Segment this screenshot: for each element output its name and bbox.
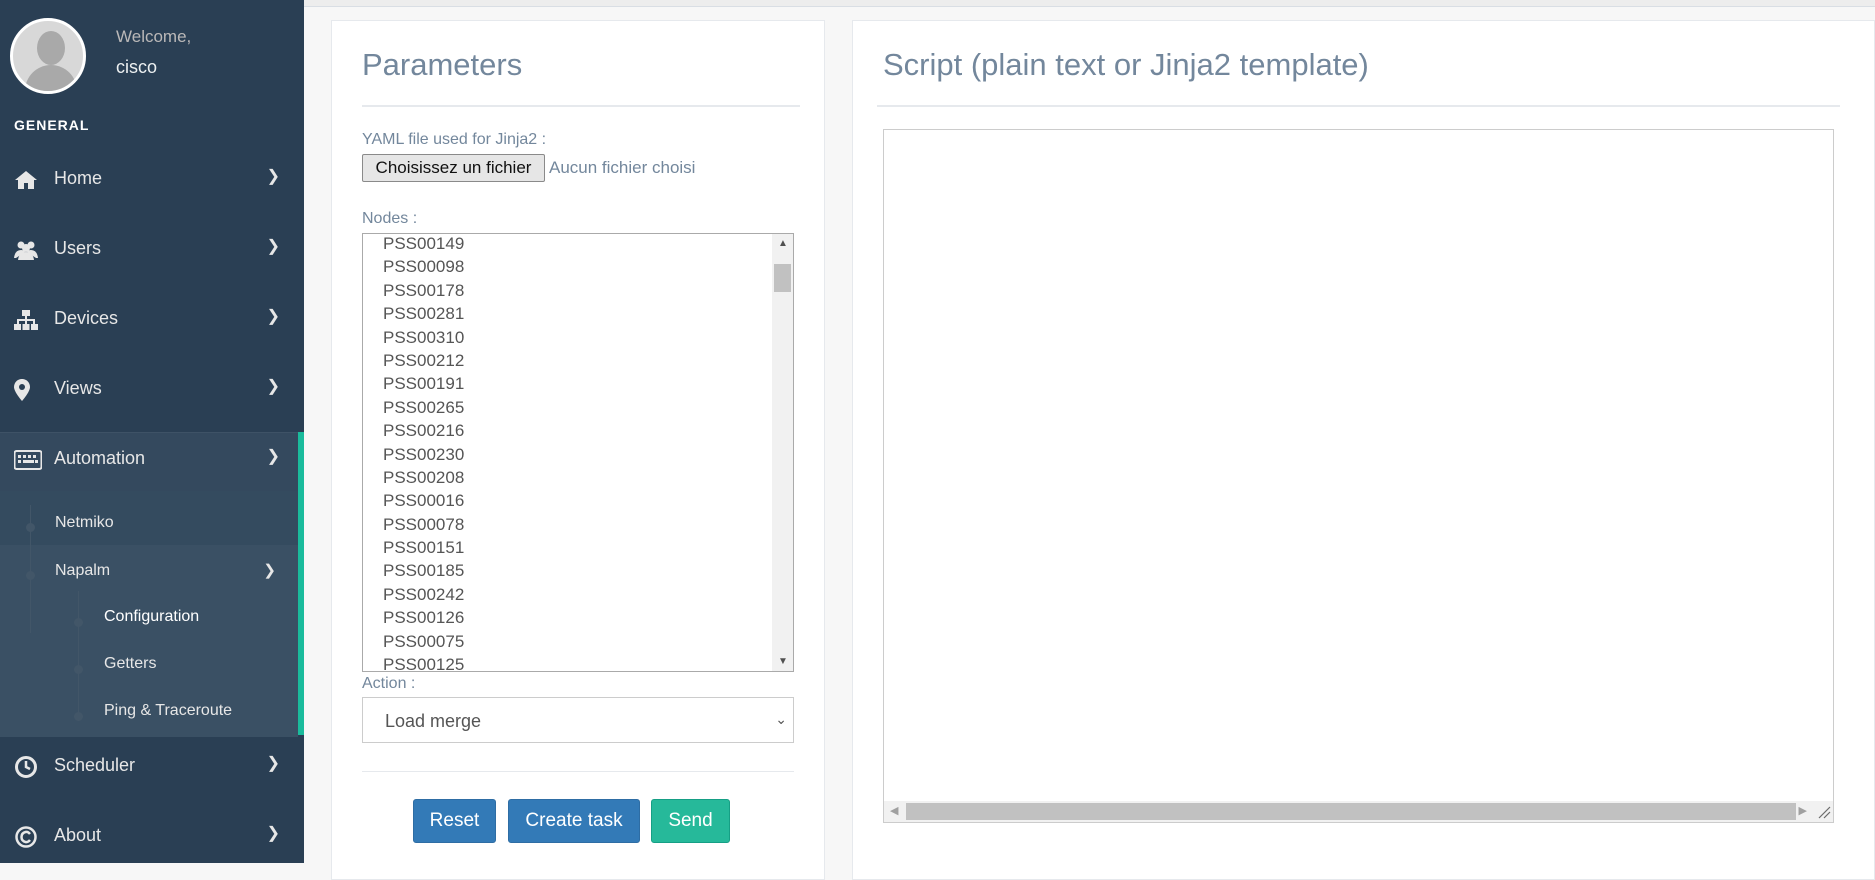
bullet-dot [74,665,83,674]
node-option[interactable]: PSS00126 [383,608,464,631]
node-option[interactable]: PSS00178 [383,281,464,304]
nav-label-about: About [54,825,102,845]
bullet-dot [74,618,83,627]
node-option[interactable]: PSS00075 [383,632,464,655]
script-title: Script (plain text or Jinja2 template) [883,47,1369,82]
script-scrollbar[interactable]: ◀ ▶ [884,801,1833,822]
nav-item-automation[interactable]: Automation ❯ [0,432,304,491]
users-icon [14,241,38,260]
action-select[interactable]: Load merge ⌄ [362,697,794,743]
username: cisco [116,57,158,77]
choose-file-button[interactable]: Choisissez un fichier [362,154,545,182]
node-option[interactable]: PSS00216 [383,421,464,444]
top-nav-bar [304,0,1875,7]
chevron-down-icon: ⌄ [775,711,787,727]
sitemap-icon [14,310,38,330]
node-option[interactable]: PSS00242 [383,585,464,608]
sub-item-netmiko[interactable]: Netmiko [55,514,114,532]
nav-item-about[interactable]: About ❯ [0,809,304,865]
section-title: GENERAL [14,117,90,133]
chevron-down-icon: ❯ [266,308,280,325]
bullet-dot [74,712,83,721]
node-option[interactable]: PSS00078 [383,515,464,538]
bullet-dot [26,571,35,580]
clock-icon [15,756,37,778]
sub-item-configuration[interactable]: Configuration [104,608,199,626]
scrollbar-thumb[interactable] [906,803,1796,820]
scrollbar-thumb[interactable] [774,264,791,292]
node-option[interactable]: PSS00310 [383,328,464,351]
node-option[interactable]: PSS00185 [383,561,464,584]
welcome-text: Welcome, [116,27,192,46]
node-option[interactable]: PSS00281 [383,304,464,327]
action-select-value: Load merge [385,711,482,731]
node-option[interactable]: PSS00098 [383,257,464,280]
file-status-text: Aucun fichier choisi [549,158,696,177]
chevron-down-icon: ❯ [266,238,280,255]
nodes-scrollbar[interactable]: ▲ ▼ [772,234,793,671]
divider [362,771,794,772]
nav-label-scheduler: Scheduler [54,755,136,775]
divider [362,105,800,107]
chevron-down-icon: ❯ [263,562,276,579]
chevron-down-icon: ❯ [266,755,280,772]
nav-item-users[interactable]: Users ❯ [0,222,304,278]
node-option[interactable]: PSS00125 [383,655,464,671]
action-label: Action : [362,675,416,692]
nav-label-automation: Automation [54,448,146,468]
avatar [10,18,86,94]
scroll-right-icon[interactable]: ▶ [1799,804,1807,817]
node-option[interactable]: PSS00016 [383,491,464,514]
node-option[interactable]: PSS00230 [383,445,464,468]
reset-button[interactable]: Reset [413,799,496,843]
sub-item-napalm[interactable]: Napalm [55,562,110,580]
nav-label-users: Users [54,238,102,258]
sub-item-ping-traceroute[interactable]: Ping & Traceroute [104,702,232,720]
node-option[interactable]: PSS00191 [383,374,464,397]
create-task-button[interactable]: Create task [508,799,640,843]
script-textarea[interactable]: ◀ ▶ [883,129,1834,823]
map-marker-icon [14,379,30,401]
sidebar: Welcome, cisco GENERAL Home ❯ Users ❯ De… [0,0,304,863]
nav-label-devices: Devices [54,308,119,328]
node-option[interactable]: PSS00149 [383,234,464,257]
automation-submenu: Netmiko Napalm ❯ Configuration Getters P… [0,491,304,737]
divider [877,105,1840,107]
nodes-list: PSS00149 PSS00098 PSS00178 PSS00281 PSS00310… [383,234,464,671]
home-icon [15,171,37,189]
send-button[interactable]: Send [651,799,730,843]
bullet-dot [26,523,35,532]
nav-item-scheduler[interactable]: Scheduler ❯ [0,739,304,795]
node-option[interactable]: PSS00212 [383,351,464,374]
nav-item-home[interactable]: Home ❯ [0,152,304,208]
chevron-down-icon: ❯ [266,168,280,185]
nav-label-home: Home [54,168,103,188]
nav-item-views[interactable]: Views ❯ [0,362,304,418]
chevron-down-icon: ❯ [266,825,280,842]
chevron-down-icon: ❯ [266,448,280,465]
nav-label-views: Views [54,378,102,398]
scroll-left-icon[interactable]: ◀ [890,804,898,817]
node-option[interactable]: PSS00265 [383,398,464,421]
parameters-title: Parameters [362,47,523,82]
nav-item-devices[interactable]: Devices ❯ [0,292,304,348]
node-option[interactable]: PSS00208 [383,468,464,491]
nodes-label: Nodes : [362,210,418,227]
scroll-up-icon[interactable]: ▲ [778,238,788,249]
keyboard-icon [14,450,42,470]
nodes-listbox[interactable]: PSS00149 PSS00098 PSS00178 PSS00281 PSS00310… [362,233,794,672]
scroll-down-icon[interactable]: ▼ [778,656,788,667]
copyright-icon [15,826,37,848]
node-option[interactable]: PSS00151 [383,538,464,561]
resize-grip-icon[interactable] [1815,803,1831,819]
sub-item-getters[interactable]: Getters [104,655,156,673]
yaml-file-label: YAML file used for Jinja2 : [362,131,547,148]
chevron-down-icon: ❯ [266,378,280,395]
